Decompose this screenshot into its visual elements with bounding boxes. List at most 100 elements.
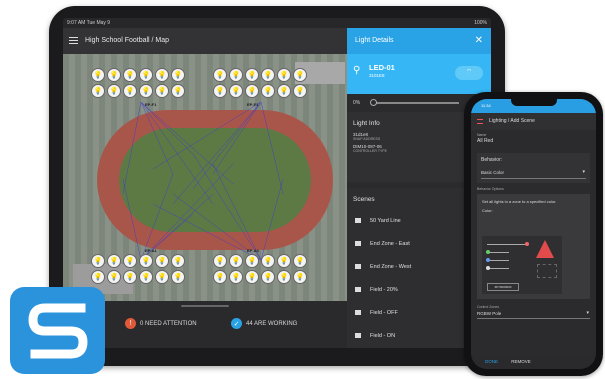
blue-slider[interactable] (487, 260, 509, 261)
bulb-icon[interactable]: 💡 (171, 68, 185, 82)
bulb-icon[interactable]: 💡 (123, 254, 137, 268)
white-slider[interactable] (487, 268, 509, 269)
hex-value[interactable]: #F70000000 (487, 283, 519, 291)
bulb-icon[interactable]: 💡 (229, 254, 243, 268)
bulb-icon[interactable]: 💡 (245, 84, 259, 98)
bulb-icon[interactable]: 💡 (139, 68, 153, 82)
hamburger-menu-icon[interactable] (69, 37, 78, 44)
bulb-icon[interactable]: 💡 (91, 254, 105, 268)
bulb-icon[interactable]: 💡 (139, 254, 153, 268)
behavior-select[interactable]: Basic Color (481, 167, 586, 179)
behavior-description: Set all lights in a zone to a specified … (482, 199, 557, 204)
bulb-icon[interactable]: 💡 (293, 68, 307, 82)
light-bank-northwest[interactable]: 💡 💡 💡 💡 💡 💡 💡 💡 💡 💡 💡 💡 (91, 68, 191, 98)
bulb-icon[interactable]: 💡 (155, 270, 169, 284)
blue-knob[interactable] (486, 258, 490, 262)
status-bar: 9:07 AM Tue May 9 100% (63, 18, 491, 28)
light-bank-southeast[interactable]: 💡 💡 💡 💡 💡 💡 💡 💡 💡 💡 💡 💡 (213, 254, 313, 284)
product-showcase: 9:07 AM Tue May 9 100% High School Footb… (0, 0, 605, 379)
bulb-icon[interactable]: 💡 (293, 254, 307, 268)
bulb-icon[interactable]: 💡 (245, 254, 259, 268)
image-icon (355, 310, 361, 315)
bulb-icon[interactable]: 💡 (139, 270, 153, 284)
location-pin-icon: ⚲ (353, 65, 361, 76)
behavior-options-card: Set all lights in a zone to a specified … (477, 194, 590, 299)
bulb-icon[interactable]: 💡 (261, 254, 275, 268)
phone-breadcrumb: Lighting / Add Scene (489, 118, 535, 124)
bulb-icon[interactable]: 💡 (155, 84, 169, 98)
bulb-icon[interactable]: 💡 (229, 68, 243, 82)
bulb-icon[interactable]: 💡 (277, 254, 291, 268)
bulb-icon[interactable]: 💡 (229, 84, 243, 98)
bulb-icon[interactable]: 💡 (261, 270, 275, 284)
bulb-icon[interactable]: 💡 (261, 68, 275, 82)
bulb-icon[interactable]: 💡 (213, 270, 227, 284)
bulb-icon[interactable]: 💡 (277, 270, 291, 284)
name-value[interactable]: All Red (477, 138, 590, 144)
slider-knob[interactable] (370, 99, 377, 106)
working-label: 44 ARE WORKING (246, 320, 298, 327)
red-knob[interactable] (525, 242, 529, 246)
s-logo-icon (27, 303, 88, 358)
color-grid[interactable] (537, 264, 557, 278)
bulb-icon[interactable]: 💡 (91, 84, 105, 98)
bulb-icon[interactable]: 💡 (245, 68, 259, 82)
control-zones-field[interactable]: Control Zones RGBW Pole (477, 305, 590, 319)
color-label: Color: (482, 208, 493, 213)
stadium-map[interactable]: 💡 💡 💡 💡 💡 💡 💡 💡 💡 💡 💡 💡 💡 💡 💡 💡 💡 💡 💡 💡 💡 💡 💡 💡 💡 💡 💡 💡 💡 💡 💡 💡 💡 💡 💡… (63, 54, 347, 301)
bulb-icon[interactable]: 💡 (245, 270, 259, 284)
white-knob[interactable] (486, 266, 490, 270)
tablet-device: 9:07 AM Tue May 9 100% High School Footb… (49, 6, 505, 366)
bulb-icon[interactable]: 💡 (171, 254, 185, 268)
red-slider[interactable] (487, 244, 527, 245)
bulb-icon[interactable]: 💡 (277, 84, 291, 98)
bulb-icon[interactable]: 💡 (171, 270, 185, 284)
bulb-icon[interactable]: 💡 (139, 84, 153, 98)
breadcrumb: High School Football / Map (85, 37, 170, 44)
light-bank-southwest[interactable]: 💡 💡 💡 💡 💡 💡 💡 💡 💡 💡 💡 💡 (91, 254, 191, 284)
bulb-icon[interactable]: 💡 (91, 68, 105, 82)
slider-track[interactable] (373, 102, 459, 104)
bulb-icon[interactable]: 💡 (123, 84, 137, 98)
bulb-icon[interactable]: 💡 (277, 68, 291, 82)
bulb-icon[interactable]: 💡 (261, 84, 275, 98)
image-icon (355, 333, 361, 338)
remove-button[interactable]: REMOVE (511, 359, 531, 364)
bulb-icon[interactable]: 💡 (107, 270, 121, 284)
bulb-icon[interactable]: 💡 (213, 84, 227, 98)
bulb-icon[interactable]: 💡 (155, 68, 169, 82)
bulb-icon[interactable]: 💡 (293, 270, 307, 284)
light-bank-northeast[interactable]: 💡 💡 💡 💡 💡 💡 💡 💡 💡 💡 💡 💡 (213, 68, 313, 98)
bulb-icon[interactable]: 💡 (213, 68, 227, 82)
working-status[interactable]: ✓ 44 ARE WORKING (231, 318, 297, 329)
led-summary: ⚲ LED-01 3101E8 ⌔ (347, 54, 491, 94)
drawer-handle[interactable] (181, 305, 229, 307)
control-zones-select[interactable]: RGBW Pole (477, 310, 590, 319)
bulb-icon[interactable]: 💡 (155, 254, 169, 268)
phone-notch (511, 99, 557, 106)
bulb-icon[interactable]: 💡 (293, 84, 307, 98)
bulb-icon[interactable]: 💡 (107, 254, 121, 268)
close-icon[interactable]: ✕ (475, 28, 483, 54)
bulb-icon[interactable]: 💡 (171, 84, 185, 98)
scene-name-field[interactable]: Name All Red (471, 130, 596, 147)
wifi-icon[interactable]: ⌔ (455, 66, 483, 80)
color-picker[interactable]: #F70000000 (482, 236, 562, 294)
image-icon (355, 241, 361, 246)
bulb-icon[interactable]: 💡 (107, 84, 121, 98)
panel-title: Light Details (355, 37, 394, 44)
bulb-icon[interactable]: 💡 (123, 68, 137, 82)
bulb-icon[interactable]: 💡 (123, 270, 137, 284)
green-slider[interactable] (487, 252, 509, 253)
bulb-icon[interactable]: 💡 (229, 270, 243, 284)
green-knob[interactable] (486, 250, 490, 254)
bulb-icon[interactable]: 💡 (107, 68, 121, 82)
bulb-icon[interactable]: 💡 (213, 254, 227, 268)
tablet-screen: 9:07 AM Tue May 9 100% High School Footb… (63, 18, 491, 348)
done-button[interactable]: DONE (485, 359, 498, 364)
menu-icon[interactable] (477, 119, 483, 124)
battery-status: 100% (474, 20, 487, 26)
attention-status[interactable]: ! 0 NEED ATTENTION (125, 318, 197, 329)
led-name: LED-01 (369, 63, 395, 72)
bulb-icon[interactable]: 💡 (91, 270, 105, 284)
